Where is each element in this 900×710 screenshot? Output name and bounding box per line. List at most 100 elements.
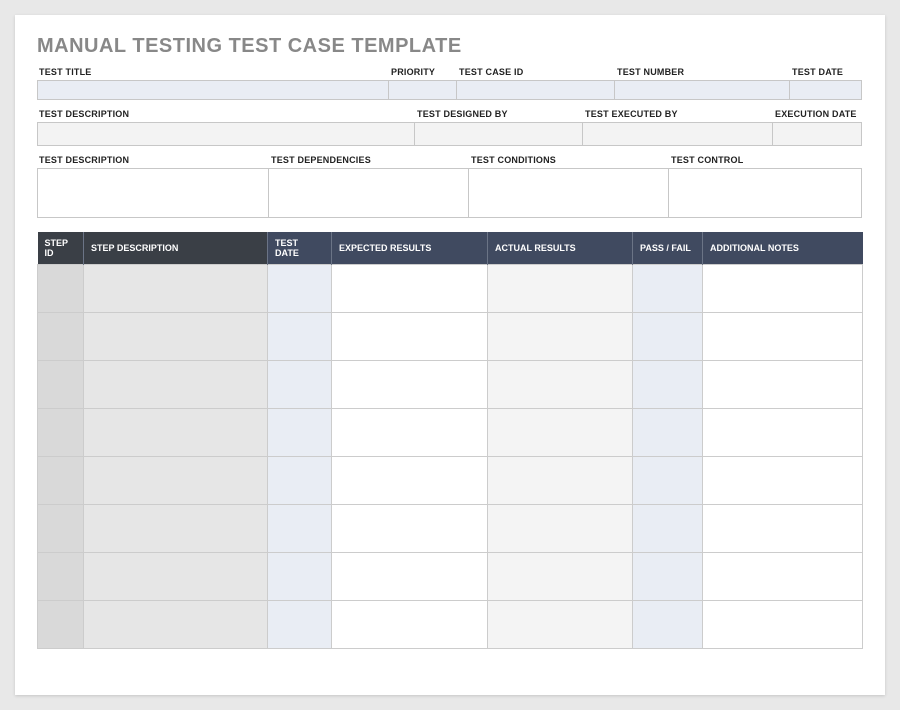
cell-pass-fail[interactable]	[633, 265, 703, 313]
label-test-executed-by: TEST EXECUTED BY	[583, 106, 773, 122]
cell-additional-notes[interactable]	[703, 313, 863, 361]
table-row	[38, 553, 863, 601]
cell-step-id[interactable]	[38, 409, 84, 457]
input-test-control[interactable]	[669, 168, 862, 218]
input-test-title[interactable]	[37, 80, 389, 100]
cell-pass-fail[interactable]	[633, 361, 703, 409]
table-row	[38, 601, 863, 649]
cell-actual-results[interactable]	[488, 457, 633, 505]
cell-additional-notes[interactable]	[703, 505, 863, 553]
input-test-designed-by[interactable]	[415, 122, 583, 146]
cell-actual-results[interactable]	[488, 505, 633, 553]
label-test-title: TEST TITLE	[37, 64, 389, 80]
cell-step-id[interactable]	[38, 265, 84, 313]
cell-additional-notes[interactable]	[703, 601, 863, 649]
header-step-id: STEP ID	[38, 232, 84, 265]
cell-pass-fail[interactable]	[633, 409, 703, 457]
cell-expected-results[interactable]	[332, 313, 488, 361]
cell-test-date[interactable]	[268, 361, 332, 409]
cell-step-id[interactable]	[38, 457, 84, 505]
header-step-description: STEP DESCRIPTION	[84, 232, 268, 265]
cell-pass-fail[interactable]	[633, 457, 703, 505]
row3-inputs	[37, 168, 863, 218]
cell-step-description[interactable]	[84, 457, 268, 505]
cell-test-date[interactable]	[268, 265, 332, 313]
input-test-description[interactable]	[37, 122, 415, 146]
cell-step-id[interactable]	[38, 313, 84, 361]
row3-labels: TEST DESCRIPTION TEST DEPENDENCIES TEST …	[37, 152, 863, 168]
page-title: MANUAL TESTING TEST CASE TEMPLATE	[37, 35, 863, 58]
label-test-control: TEST CONTROL	[669, 152, 862, 168]
cell-step-id[interactable]	[38, 553, 84, 601]
table-row	[38, 313, 863, 361]
cell-test-date[interactable]	[268, 409, 332, 457]
cell-step-description[interactable]	[84, 409, 268, 457]
cell-actual-results[interactable]	[488, 409, 633, 457]
header-actual-results: ACTUAL RESULTS	[488, 232, 633, 265]
cell-expected-results[interactable]	[332, 601, 488, 649]
header-additional-notes: ADDITIONAL NOTES	[703, 232, 863, 265]
table-row	[38, 505, 863, 553]
cell-expected-results[interactable]	[332, 361, 488, 409]
label-test-dependencies: TEST DEPENDENCIES	[269, 152, 469, 168]
cell-expected-results[interactable]	[332, 265, 488, 313]
steps-header-row: STEP ID STEP DESCRIPTION TEST DATE EXPEC…	[38, 232, 863, 265]
cell-step-id[interactable]	[38, 601, 84, 649]
cell-step-id[interactable]	[38, 505, 84, 553]
cell-actual-results[interactable]	[488, 265, 633, 313]
cell-expected-results[interactable]	[332, 457, 488, 505]
input-test-date[interactable]	[790, 80, 862, 100]
label-test-description-2: TEST DESCRIPTION	[37, 152, 269, 168]
cell-step-description[interactable]	[84, 361, 268, 409]
input-test-case-id[interactable]	[457, 80, 615, 100]
cell-additional-notes[interactable]	[703, 265, 863, 313]
label-test-designed-by: TEST DESIGNED BY	[415, 106, 583, 122]
input-test-conditions[interactable]	[469, 168, 669, 218]
cell-expected-results[interactable]	[332, 505, 488, 553]
label-test-description: TEST DESCRIPTION	[37, 106, 415, 122]
label-priority: PRIORITY	[389, 64, 457, 80]
cell-step-description[interactable]	[84, 553, 268, 601]
cell-actual-results[interactable]	[488, 601, 633, 649]
cell-actual-results[interactable]	[488, 553, 633, 601]
row2-inputs	[37, 122, 863, 146]
row1-labels: TEST TITLE PRIORITY TEST CASE ID TEST NU…	[37, 64, 863, 80]
cell-actual-results[interactable]	[488, 313, 633, 361]
cell-step-id[interactable]	[38, 361, 84, 409]
cell-step-description[interactable]	[84, 505, 268, 553]
input-test-dependencies[interactable]	[269, 168, 469, 218]
cell-test-date[interactable]	[268, 457, 332, 505]
cell-additional-notes[interactable]	[703, 457, 863, 505]
cell-pass-fail[interactable]	[633, 601, 703, 649]
input-test-number[interactable]	[615, 80, 790, 100]
cell-test-date[interactable]	[268, 553, 332, 601]
label-test-conditions: TEST CONDITIONS	[469, 152, 669, 168]
header-expected-results: EXPECTED RESULTS	[332, 232, 488, 265]
cell-pass-fail[interactable]	[633, 505, 703, 553]
table-row	[38, 361, 863, 409]
cell-test-date[interactable]	[268, 505, 332, 553]
cell-step-description[interactable]	[84, 601, 268, 649]
cell-pass-fail[interactable]	[633, 313, 703, 361]
cell-expected-results[interactable]	[332, 553, 488, 601]
cell-pass-fail[interactable]	[633, 553, 703, 601]
cell-additional-notes[interactable]	[703, 409, 863, 457]
input-execution-date[interactable]	[773, 122, 862, 146]
label-test-case-id: TEST CASE ID	[457, 64, 615, 80]
cell-expected-results[interactable]	[332, 409, 488, 457]
input-test-description-2[interactable]	[37, 168, 269, 218]
table-row	[38, 409, 863, 457]
cell-actual-results[interactable]	[488, 361, 633, 409]
cell-additional-notes[interactable]	[703, 361, 863, 409]
header-test-date: TEST DATE	[268, 232, 332, 265]
cell-test-date[interactable]	[268, 601, 332, 649]
header-pass-fail: PASS / FAIL	[633, 232, 703, 265]
input-test-executed-by[interactable]	[583, 122, 773, 146]
cell-step-description[interactable]	[84, 313, 268, 361]
row1-inputs	[37, 80, 863, 100]
cell-additional-notes[interactable]	[703, 553, 863, 601]
cell-test-date[interactable]	[268, 313, 332, 361]
label-test-date: TEST DATE	[790, 64, 862, 80]
cell-step-description[interactable]	[84, 265, 268, 313]
input-priority[interactable]	[389, 80, 457, 100]
